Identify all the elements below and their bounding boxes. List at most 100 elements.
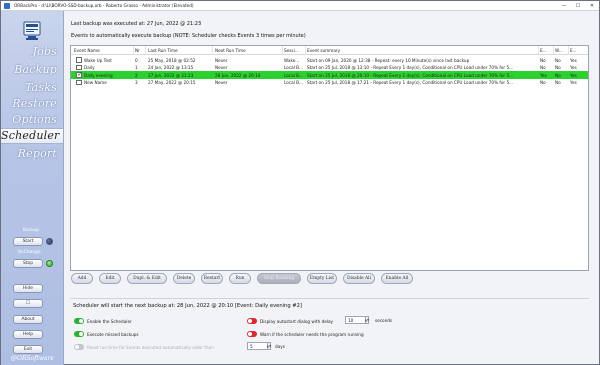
duplicate-edit-button[interactable]: Dupl. & Edit: [127, 273, 167, 284]
enable-scheduler-label: Enable the Scheduler: [87, 319, 132, 324]
table-cell: No: [540, 65, 546, 70]
app-icon: [4, 2, 10, 9]
table-cell: 3: [135, 80, 138, 85]
table-cell: Start on 25 Jul, 2018 @ 17:21 - Repeat E…: [307, 80, 514, 85]
table-cell: Start on 09 Jan, 2020 @ 12:38 - Repeat: …: [307, 57, 470, 63]
stop-button[interactable]: Stop: [13, 259, 43, 268]
app-window: ORBackPro - d:\Ll\BORVO-SSD-backup.orb -…: [0, 0, 600, 365]
enable-all-button[interactable]: Enable All: [381, 273, 413, 284]
minimize-to-tray-button[interactable]: ☐: [13, 299, 43, 308]
onchange-status-led-icon: [46, 260, 53, 267]
nav-options[interactable]: Options: [12, 113, 57, 126]
display-dialog-toggle[interactable]: [247, 318, 257, 324]
table-cell: Local B...: [284, 65, 304, 70]
col-next-run[interactable]: Next Run Time: [215, 48, 280, 53]
table-cell: Wake...: [284, 57, 300, 63]
table-cell: 28 Jun, 2022 @ 20:10: [215, 72, 261, 78]
restart-button[interactable]: Restart: [201, 273, 223, 284]
table-cell: Local B...: [284, 80, 304, 85]
help-button[interactable]: Help: [13, 330, 43, 339]
table-cell: No: [555, 72, 561, 78]
enable-scheduler-toggle[interactable]: [74, 318, 84, 324]
about-button[interactable]: About: [13, 315, 43, 324]
stop-running-button[interactable]: Stop Running: [257, 273, 301, 284]
nav-restore[interactable]: Restore: [12, 97, 57, 110]
table-cell: No: [540, 80, 546, 85]
add-event-button[interactable]: Add: [71, 273, 93, 284]
exit-button[interactable]: Exit: [13, 345, 43, 354]
table-cell: Daily evening: [84, 72, 113, 78]
row-enabled-checkbox[interactable]: [76, 64, 82, 70]
table-cell: Never: [215, 80, 228, 85]
backup-label: Backup: [22, 228, 40, 233]
app-logo-icon: [23, 21, 41, 40]
table-row[interactable]: New Name 3 27 May, 2022 @ 20:15 Never Local …: [71, 79, 588, 87]
minimize-window-button[interactable]: —: [557, 1, 571, 11]
table-row[interactable]: Wake Up Test 0 25 May, 2018 @ 02:52 Never Wa…: [71, 56, 588, 64]
table-cell: No: [555, 80, 561, 85]
title-bar: ORBackPro - d:\Ll\BORVO-SSD-backup.orb -…: [1, 1, 599, 11]
sidebar: Jobs Backup Tasks Restore Options Schedu…: [1, 11, 64, 365]
col-nr[interactable]: Nr: [135, 48, 144, 53]
row-enabled-checkbox[interactable]: [76, 71, 82, 78]
execute-missed-toggle[interactable]: [74, 331, 84, 337]
col-event-name[interactable]: Event Name: [74, 48, 132, 53]
table-row[interactable]: Daily 1 24 Jan, 2022 @ 13:15 Never Local B..…: [71, 64, 588, 72]
table-cell: 1: [135, 65, 138, 70]
edit-event-button[interactable]: Edit: [99, 273, 121, 284]
table-cell: 27 Jun, 2022 @ 21:23: [148, 72, 194, 78]
events-table-header: Event Name Nr Last Run Time Next Run Tim…: [71, 46, 588, 55]
col-event-summary[interactable]: Event summary: [307, 48, 537, 53]
close-window-button[interactable]: ✕: [585, 1, 599, 11]
table-cell: Yes: [570, 80, 577, 85]
warn-if-label: Warn if the scheduler needs the program …: [260, 332, 364, 337]
table-cell: 25 May, 2018 @ 02:52: [148, 57, 196, 63]
row-enabled-checkbox[interactable]: [76, 57, 82, 63]
table-cell: Start on 25 Jul, 2018 @ 20:10 - Repeat E…: [307, 72, 514, 78]
col-session[interactable]: Sessi...: [284, 48, 304, 53]
table-cell: Never: [215, 57, 228, 63]
warn-if-toggle[interactable]: [247, 331, 257, 337]
table-cell: Yes: [570, 57, 577, 63]
col-last-run[interactable]: Last Run Time: [148, 48, 211, 53]
nav-tasks[interactable]: Tasks: [25, 81, 57, 94]
nav-scheduler[interactable]: Scheduler: [1, 128, 63, 144]
table-row[interactable]: Daily evening 2 27 Jun, 2022 @ 21:23 28 Jun…: [71, 71, 588, 79]
table-cell: 0: [135, 57, 138, 63]
table-cell: 24 Jan, 2022 @ 13:15: [148, 65, 194, 70]
nav-jobs[interactable]: Jobs: [32, 45, 57, 58]
next-backup-info: Scheduler will start the next backup at:…: [73, 303, 302, 309]
col-e2[interactable]: E...: [570, 48, 584, 53]
maximize-window-button[interactable]: ☐: [571, 1, 585, 11]
reset-counter-toggle[interactable]: [74, 344, 84, 350]
table-cell: No: [555, 65, 561, 70]
table-cell: 2: [135, 72, 138, 78]
delay-seconds-spinner[interactable]: ▲▼: [365, 316, 369, 324]
run-button[interactable]: Run: [229, 273, 251, 284]
reset-days-spinner[interactable]: ▲▼: [267, 342, 271, 350]
table-cell: Daily: [84, 65, 95, 70]
empty-list-button[interactable]: Empty List: [307, 273, 337, 284]
table-cell: Yes: [540, 72, 547, 78]
start-button[interactable]: Start: [13, 237, 43, 246]
footer-brand: @ORSoftware: [11, 355, 54, 362]
reset-counter-label: Reset run time for Events executed autom…: [87, 345, 214, 350]
events-table: Event Name Nr Last Run Time Next Run Tim…: [70, 45, 589, 271]
window-controls: — ☐ ✕: [557, 1, 599, 11]
table-cell: No: [540, 57, 546, 63]
table-cell: Yes: [570, 65, 577, 70]
backup-status-led-icon: [46, 238, 53, 245]
row-enabled-checkbox[interactable]: [76, 79, 82, 85]
table-cell: 27 May, 2022 @ 20:15: [148, 80, 196, 85]
hide-button[interactable]: Hide: [13, 284, 43, 293]
table-cell: Wake Up Test: [84, 57, 112, 63]
nav-report[interactable]: Report: [18, 147, 57, 160]
disable-all-button[interactable]: Disable All: [343, 273, 375, 284]
display-dialog-label: Display autostart dialog with delay: [260, 319, 334, 324]
execute-missed-label: Execute missed backups: [87, 332, 139, 337]
table-cell: No: [555, 57, 561, 63]
col-e1[interactable]: E...: [540, 48, 552, 53]
delete-event-button[interactable]: Delete: [173, 273, 195, 284]
col-w[interactable]: W...: [555, 48, 567, 53]
nav-backup[interactable]: Backup: [14, 63, 57, 76]
